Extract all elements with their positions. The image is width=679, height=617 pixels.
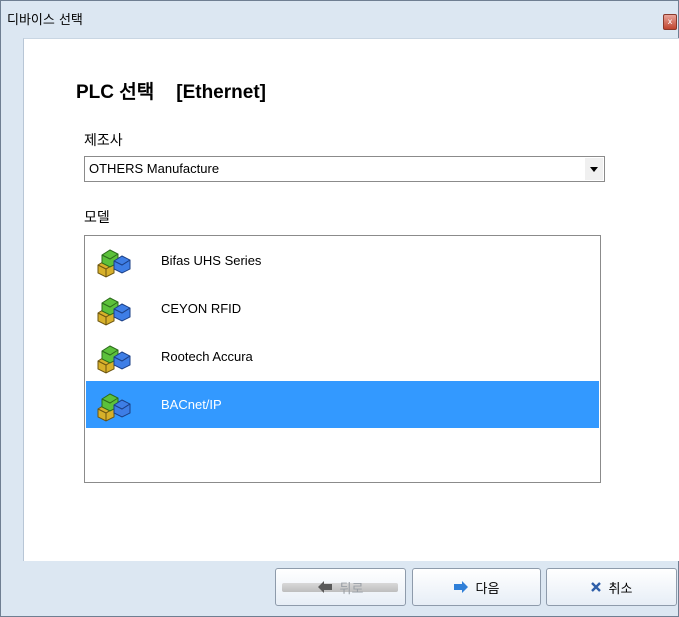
content-panel: PLC 선택 [Ethernet] 제조사 OTHERS Manufacture …	[23, 38, 679, 561]
list-item[interactable]: Rootech Accura	[86, 333, 599, 380]
page-title: PLC 선택 [Ethernet]	[76, 77, 266, 104]
plc-device-icon	[97, 345, 131, 374]
manufacturer-label: 제조사	[84, 133, 123, 149]
cancel-button-label: 취소	[608, 581, 633, 597]
window-title: 디바이스 선택	[7, 13, 83, 28]
page-title-connection: [Ethernet]	[176, 82, 266, 103]
model-list[interactable]: Bifas UHS Series CEYON RFID Rootech Accu…	[84, 235, 601, 483]
plc-device-icon	[97, 393, 131, 422]
next-button[interactable]: 다음	[412, 568, 541, 606]
manufacturer-select[interactable]: OTHERS Manufacture	[84, 156, 605, 182]
list-item-label: Bifas UHS Series	[161, 253, 262, 268]
list-item-label: BACnet/IP	[161, 397, 222, 412]
manufacturer-value: OTHERS Manufacture	[89, 161, 220, 176]
back-button[interactable]: 뒤로	[275, 568, 406, 606]
plc-device-icon	[97, 297, 131, 326]
next-button-label: 다음	[475, 581, 500, 597]
close-button[interactable]: x	[663, 14, 677, 30]
device-select-dialog: 디바이스 선택 x PLC 선택 [Ethernet] 제조사 OTHERS Ma…	[0, 0, 679, 617]
list-item-label: CEYON RFID	[161, 301, 242, 316]
plc-device-icon	[97, 249, 131, 278]
list-item[interactable]: Bifas UHS Series	[86, 237, 599, 284]
back-button-label: 뒤로	[339, 581, 364, 597]
model-label: 모델	[84, 210, 110, 226]
list-item-selected[interactable]: BACnet/IP	[86, 381, 599, 428]
close-icon	[590, 582, 601, 592]
arrow-left-icon	[317, 581, 332, 593]
list-item[interactable]: CEYON RFID	[86, 285, 599, 332]
arrow-right-icon	[453, 581, 468, 593]
page-title-main: PLC 선택	[76, 82, 155, 103]
cancel-button[interactable]: 취소	[546, 568, 677, 606]
title-bar: 디바이스 선택 x	[1, 1, 678, 33]
chevron-down-icon[interactable]	[585, 158, 603, 180]
list-item-label: Rootech Accura	[161, 349, 253, 364]
close-icon: x	[667, 17, 673, 26]
